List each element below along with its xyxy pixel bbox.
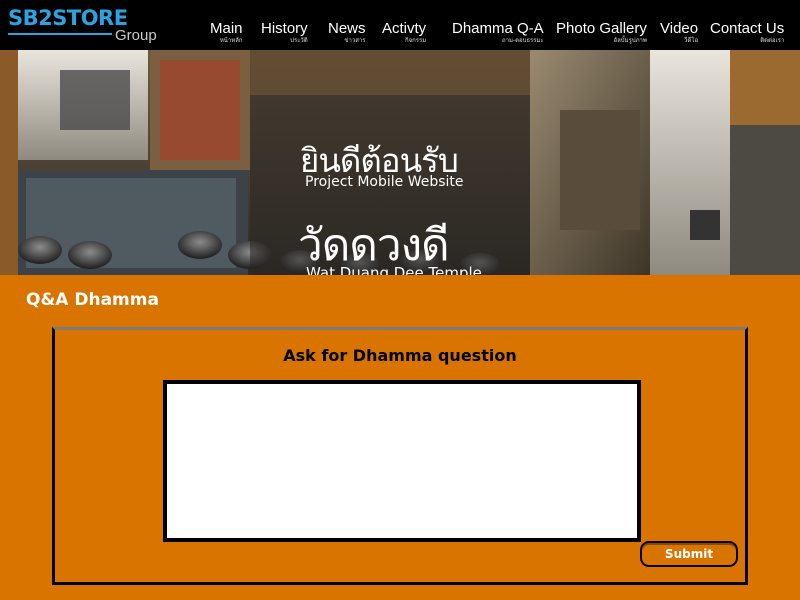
nav-sublabel: อัลบั้มรูปภาพ (613, 37, 647, 44)
brand-sub: Group (115, 27, 157, 44)
nav-item-video[interactable]: Video วีดีโอ (660, 20, 698, 44)
submit-button[interactable]: Submit (640, 541, 738, 567)
brand-underline (8, 33, 112, 35)
nav-label: Main (210, 20, 243, 37)
nav-sublabel: ติดต่อเรา (760, 37, 785, 44)
nav-sublabel: ถาม-ตอบธรรมะ (501, 37, 544, 44)
nav-sublabel: ประวัติ (290, 37, 308, 44)
nav-item-contact-us[interactable]: Contact Us ติดต่อเรา (710, 20, 784, 44)
nav-item-photo-gallery[interactable]: Photo Gallery อัลบั้มรูปภาพ (556, 20, 647, 44)
nav-sublabel: ข่าวสาร (344, 37, 366, 44)
banner-welcome-en: Project Mobile Website (305, 174, 464, 190)
nav-item-news[interactable]: News ข่าวสาร (328, 20, 366, 44)
brand-name: SB2STORE (8, 6, 128, 30)
nav-item-activity[interactable]: Activty กิจกรรม (382, 20, 426, 44)
nav-label: News (328, 20, 366, 37)
nav-item-dhamma-qa[interactable]: Dhamma Q-A ถาม-ตอบธรรมะ (452, 20, 544, 44)
nav-label: Video (660, 20, 699, 37)
nav-label: History (261, 20, 308, 37)
question-form-panel: Ask for Dhamma question Submit (52, 327, 748, 585)
nav-sublabel: กิจกรรม (405, 37, 427, 44)
nav-label: Contact Us (710, 20, 785, 37)
banner-temple-en: Wat Duang Dee Temple (306, 264, 482, 275)
top-nav-bar: SB2STORE Group Main หน้าหลัก History ประ… (0, 0, 800, 50)
nav-sublabel: หน้าหลัก (219, 37, 243, 44)
nav-label: Photo Gallery (556, 20, 647, 37)
nav-sublabel: วีดีโอ (684, 37, 699, 44)
nav-label: Activty (382, 20, 427, 37)
question-textarea[interactable] (163, 380, 641, 542)
nav-item-main[interactable]: Main หน้าหลัก (210, 20, 243, 44)
brand-logo[interactable]: SB2STORE Group (8, 6, 168, 46)
form-title: Ask for Dhamma question (283, 346, 517, 365)
nav-item-history[interactable]: History ประวัติ (261, 20, 308, 44)
hero-banner: ยินดีต้อนรับ Project Mobile Website วัดด… (0, 50, 800, 275)
nav-label: Dhamma Q-A (452, 20, 544, 37)
page-title: Q&A Dhamma (26, 290, 159, 310)
